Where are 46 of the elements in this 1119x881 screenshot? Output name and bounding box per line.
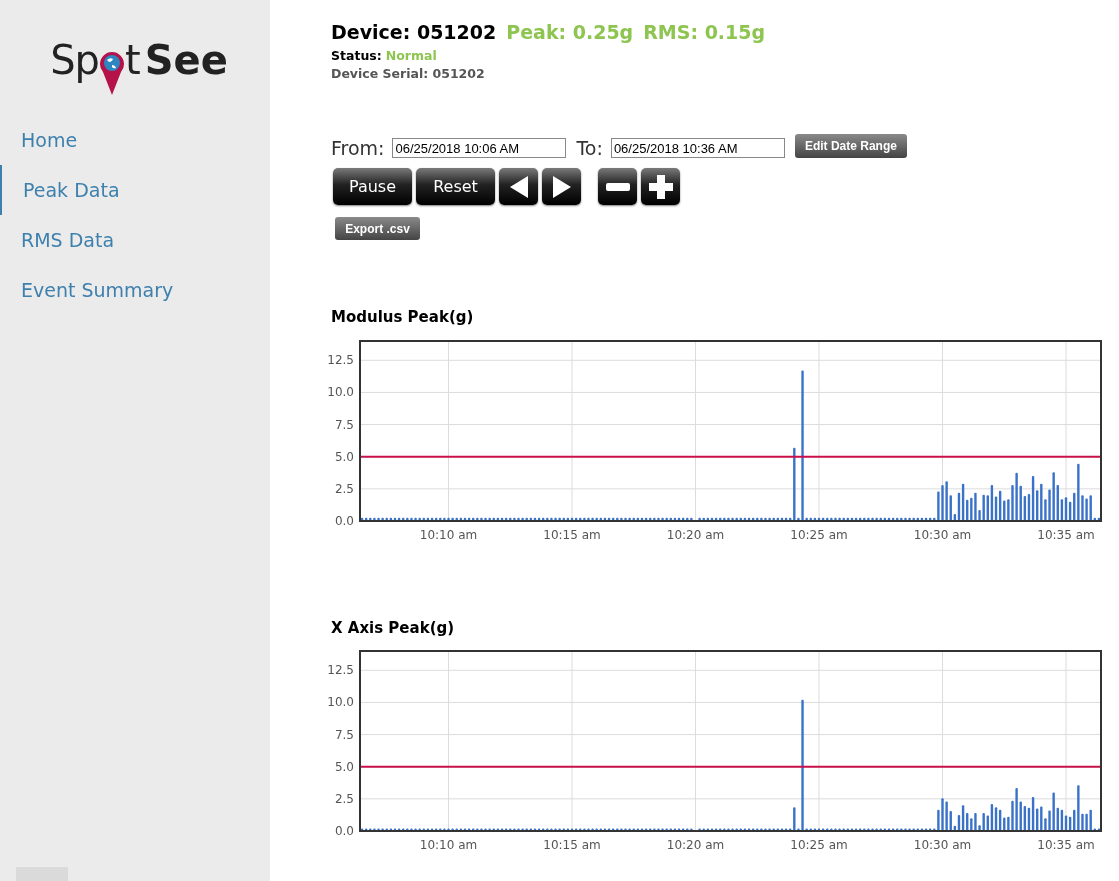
x-tick-label: 10:10 am bbox=[419, 527, 478, 542]
status-label: Status: bbox=[331, 46, 382, 65]
y-tick-label: 0.0 bbox=[334, 513, 354, 528]
y-tick-label: 7.5 bbox=[334, 417, 354, 432]
y-tick-label: 0.0 bbox=[334, 824, 354, 838]
x-tick-label: 10:10 am bbox=[419, 838, 478, 852]
y-tick-label: 12.5 bbox=[327, 352, 354, 367]
peak-reading: Peak: 0.25g bbox=[506, 20, 634, 45]
rms-reading: RMS: 0.15g bbox=[643, 20, 766, 45]
device-title: Device: 051202 bbox=[331, 20, 497, 45]
chart-title: X Axis Peak(g) bbox=[331, 617, 455, 639]
device-serial: Device Serial: 051202 bbox=[331, 65, 485, 84]
x-tick-label: 10:20 am bbox=[666, 838, 725, 852]
nav-link[interactable]: Event Summary bbox=[0, 265, 270, 315]
x-tick-label: 10:20 am bbox=[666, 527, 725, 542]
y-tick-label: 2.5 bbox=[334, 791, 354, 806]
x-tick-label: 10:15 am bbox=[543, 838, 601, 852]
x-tick-label: 10:35 am bbox=[1037, 838, 1095, 852]
y-tick-label: 2.5 bbox=[334, 481, 354, 496]
x-tick-label: 10:30 am bbox=[913, 527, 972, 542]
to-label: To: bbox=[576, 139, 603, 158]
x-tick-label: 10:30 am bbox=[913, 838, 972, 852]
logo-text: t bbox=[125, 40, 141, 80]
to-date-field[interactable]: 06/25/2018 10:36 AM bbox=[610, 138, 785, 158]
nav-link[interactable]: Peak Data bbox=[0, 165, 270, 215]
x-tick-label: 10:15 am bbox=[543, 527, 601, 542]
y-tick-label: 12.5 bbox=[327, 663, 354, 678]
y-tick-label: 5.0 bbox=[334, 449, 354, 464]
from-date-field[interactable]: 06/25/2018 10:06 AM bbox=[392, 138, 567, 158]
x-tick-label: 10:35 am bbox=[1037, 527, 1095, 542]
control-button[interactable]: Pause bbox=[333, 168, 412, 205]
edit-date-range-button[interactable]: Edit Date Range bbox=[794, 134, 907, 158]
y-tick-label: 10.0 bbox=[327, 384, 354, 399]
export-csv-button[interactable]: Export .csv bbox=[335, 217, 420, 240]
x-tick-label: 10:25 am bbox=[790, 527, 848, 542]
y-tick-label: 7.5 bbox=[334, 727, 354, 742]
x-tick-label: 10:25 am bbox=[790, 838, 848, 852]
logo-text: See bbox=[144, 40, 228, 80]
chart-title: Modulus Peak(g) bbox=[331, 307, 474, 328]
status-value: Normal bbox=[385, 46, 437, 65]
from-label: From: bbox=[331, 139, 385, 158]
y-tick-label: 5.0 bbox=[334, 759, 354, 774]
y-tick-label: 10.0 bbox=[327, 695, 354, 710]
control-button[interactable]: Reset bbox=[416, 168, 495, 205]
nav-link[interactable]: RMS Data bbox=[0, 215, 270, 265]
nav-link[interactable]: Home bbox=[0, 115, 270, 165]
